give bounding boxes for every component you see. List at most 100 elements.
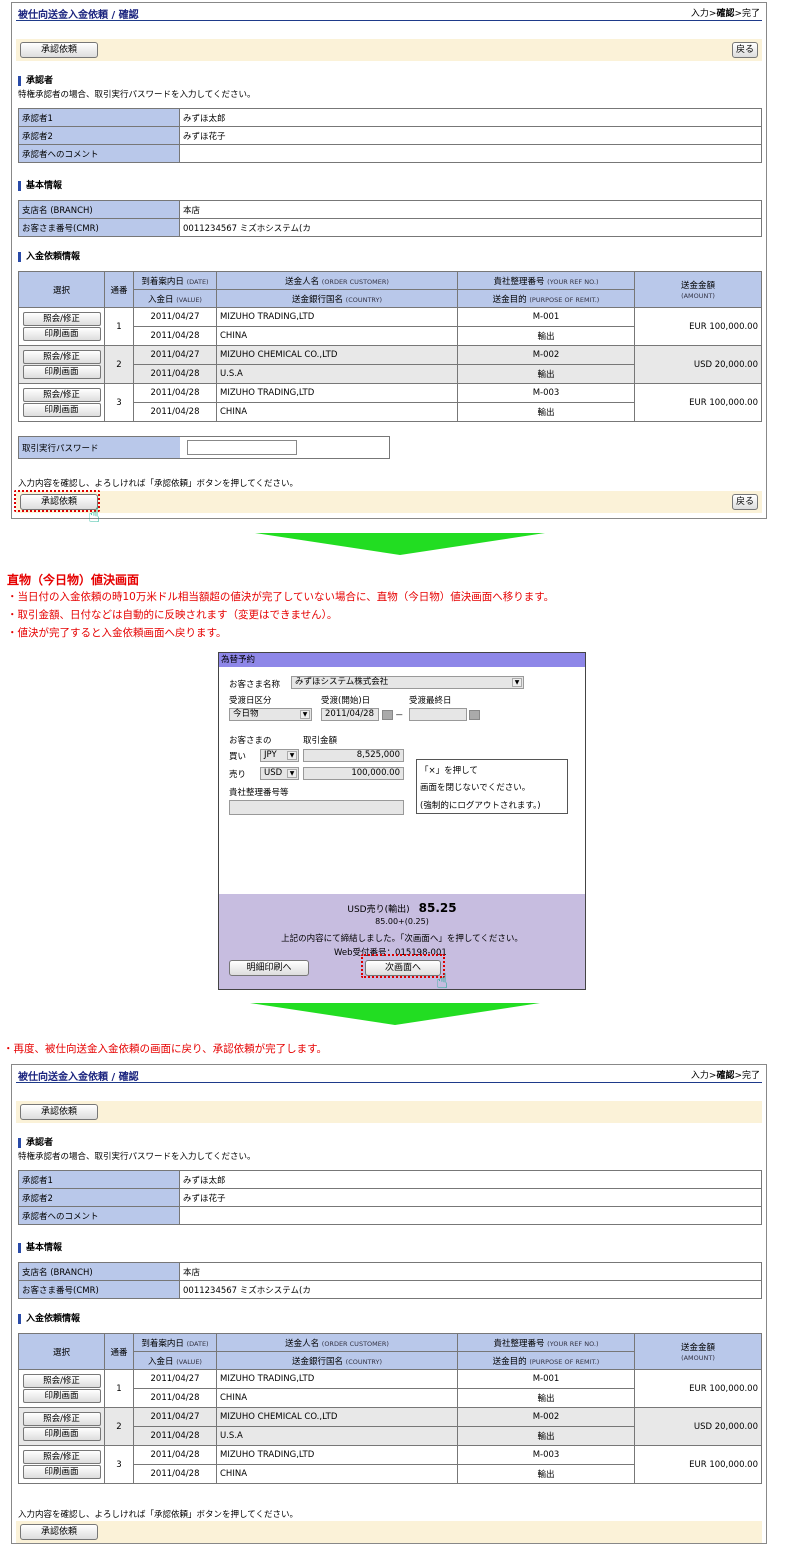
value-date: 2011/04/28	[133, 364, 217, 384]
date-range-dash: －	[395, 711, 404, 721]
confirm-panel-top: 被仕向送金入金依頼 / 確認 入力>確認>完了 承認依頼 戻る 承認者 特権承認…	[11, 2, 767, 519]
sell-currency-select: USD ▼	[260, 767, 299, 780]
flow-arrow-1	[255, 533, 545, 555]
warning-line-3: (強制的にログアウトされます。)	[420, 801, 541, 811]
row-no: 1	[104, 1369, 134, 1408]
sender-name: MIZUHO CHEMICAL CO.,LTD	[216, 345, 458, 365]
edit-button[interactable]: 照会/修正	[22, 388, 101, 402]
explain-line-3: ・値決が完了すると入金依頼画面へ戻ります。	[7, 627, 227, 639]
purpose: 輸出	[457, 364, 635, 384]
edit-button[interactable]: 照会/修正	[22, 1412, 101, 1426]
col-arrival: 到着案内日 (DATE)	[133, 271, 217, 290]
step-indicator: 入力>確認>完了	[690, 1071, 760, 1081]
table-row: 照会/修正 印刷画面 1 2011/04/27 MIZUHO TRADING,LT…	[18, 1369, 762, 1408]
sender-name: MIZUHO TRADING,LTD	[216, 383, 458, 403]
branch-label: 支店名 (BRANCH)	[18, 200, 180, 219]
edit-button[interactable]: 照会/修正	[22, 350, 101, 364]
approver-comment-value	[179, 144, 762, 163]
row-no: 3	[104, 383, 134, 422]
print-button[interactable]: 印刷画面	[22, 327, 101, 341]
pointer-hand-icon: ☝	[436, 969, 449, 993]
col-value-date: 入金日 (VALUE)	[133, 289, 217, 308]
approve-request-button[interactable]: 承認依頼	[20, 42, 98, 58]
approver1-value: みずほ太郎	[179, 1170, 762, 1189]
delivery-start-label: 受渡(開始)日	[321, 696, 371, 706]
country: CHINA	[216, 326, 458, 346]
sender-name: MIZUHO CHEMICAL CO.,LTD	[216, 1407, 458, 1427]
detail-print-button[interactable]: 明細印刷へ	[229, 960, 309, 976]
amount: EUR 100,000.00	[634, 383, 762, 422]
sender-name: MIZUHO TRADING,LTD	[216, 307, 458, 327]
col-arrival: 到着案内日 (DATE)	[133, 1333, 217, 1352]
rate-value: 85.25	[418, 901, 457, 915]
delivery-start-field: 2011/04/28	[321, 708, 379, 721]
basic-info-table: 支店名 (BRANCH) 本店 お客さま番号(CMR) 0011234567 ミズホ…	[18, 1262, 762, 1299]
bottom-action-bar: 承認依頼	[16, 1521, 762, 1543]
deposit-section-title: 入金依頼情報	[18, 1314, 80, 1324]
cmr-label: お客さま番号(CMR)	[18, 1280, 180, 1299]
customer-side-label: お客さまの	[229, 736, 272, 746]
back-button[interactable]: 戻る	[732, 494, 758, 510]
panel-header: 被仕向送金入金依頼 / 確認 入力>確認>完了	[16, 1065, 762, 1083]
branch-label: 支店名 (BRANCH)	[18, 1262, 180, 1281]
explain-heading: 直物（今日物）値決画面	[7, 573, 140, 587]
chevron-down-icon: ▼	[287, 769, 297, 778]
arrival-date: 2011/04/27	[133, 307, 217, 327]
table-row: 照会/修正 印刷画面 2 2011/04/27 MIZUHO CHEMICAL C…	[18, 345, 762, 384]
password-input[interactable]	[187, 440, 297, 455]
ref-no: M-003	[457, 383, 635, 403]
calendar-icon	[469, 710, 480, 720]
customer-name-label: お客さま名称	[229, 680, 281, 690]
step-indicator: 入力>確認>完了	[690, 9, 760, 19]
flow-arrow-2	[250, 1003, 540, 1025]
arrival-date: 2011/04/27	[133, 345, 217, 365]
print-button[interactable]: 印刷画面	[22, 403, 101, 417]
row-no: 1	[104, 307, 134, 346]
approver-table: 承認者1 みずほ太郎 承認者2 みずほ花子 承認者へのコメント	[18, 108, 762, 163]
ref-no-field	[229, 800, 404, 815]
edit-button[interactable]: 照会/修正	[22, 1450, 101, 1464]
page-title: 被仕向送金入金依頼 / 確認	[18, 10, 139, 21]
edit-button[interactable]: 照会/修正	[22, 1374, 101, 1388]
ref-no: M-001	[457, 307, 635, 327]
customer-name-select[interactable]: みずほシステム株式会社 ▼	[291, 676, 524, 689]
highlight-next	[361, 954, 445, 978]
pointer-hand-icon: ☝	[88, 503, 101, 527]
explain-line-1: ・当日付の入金依頼の時10万米ドル相当額超の値決が完了していない場合に、直物（今…	[7, 591, 555, 603]
calendar-icon	[382, 710, 393, 720]
delivery-type-select[interactable]: 今日物 ▼	[229, 708, 312, 721]
col-value-date: 入金日 (VALUE)	[133, 1351, 217, 1370]
col-select: 選択	[18, 1333, 105, 1370]
approver-comment-value	[179, 1206, 762, 1225]
basic-section-title: 基本情報	[18, 181, 62, 191]
page-title: 被仕向送金入金依頼 / 確認	[18, 1072, 139, 1083]
approve-request-button[interactable]: 承認依頼	[20, 1104, 98, 1120]
print-button[interactable]: 印刷画面	[22, 1389, 101, 1403]
top-action-bar: 承認依頼	[16, 1101, 762, 1123]
ref-no: M-002	[457, 345, 635, 365]
edit-button[interactable]: 照会/修正	[22, 312, 101, 326]
back-button[interactable]: 戻る	[732, 42, 758, 58]
print-button[interactable]: 印刷画面	[22, 365, 101, 379]
delivery-end-label: 受渡最終日	[409, 696, 452, 706]
approver-section-title: 承認者	[18, 76, 53, 86]
approver-comment-label: 承認者へのコメント	[18, 144, 180, 163]
print-button[interactable]: 印刷画面	[22, 1427, 101, 1441]
rate-line: USD売り(輸出) 85.25	[347, 901, 457, 915]
col-select: 選択	[18, 271, 105, 308]
col-purpose: 送金目的 (PURPOSE OF REMIT.)	[457, 1351, 635, 1370]
print-button[interactable]: 印刷画面	[22, 1465, 101, 1479]
country: CHINA	[216, 1464, 458, 1484]
arrival-date: 2011/04/27	[133, 1407, 217, 1427]
cmr-label: お客さま番号(CMR)	[18, 218, 180, 237]
arrival-date: 2011/04/28	[133, 383, 217, 403]
chevron-down-icon: ▼	[300, 710, 310, 719]
deposit-section-title: 入金依頼情報	[18, 252, 80, 262]
arrival-date: 2011/04/27	[133, 1369, 217, 1389]
approve-request-button[interactable]: 承認依頼	[20, 1524, 98, 1540]
sender-name: MIZUHO TRADING,LTD	[216, 1445, 458, 1465]
buy-amount-field: 8,525,000	[303, 749, 404, 762]
fx-title-bar: 為替予約	[219, 653, 585, 667]
confirm-panel-bottom: 被仕向送金入金依頼 / 確認 入力>確認>完了 承認依頼 承認者 特権承認者の場…	[11, 1064, 767, 1544]
deposit-table: 選択 通番 到着案内日 (DATE) 送金人名 (ORDER CUSTOMER)…	[18, 1333, 762, 1484]
